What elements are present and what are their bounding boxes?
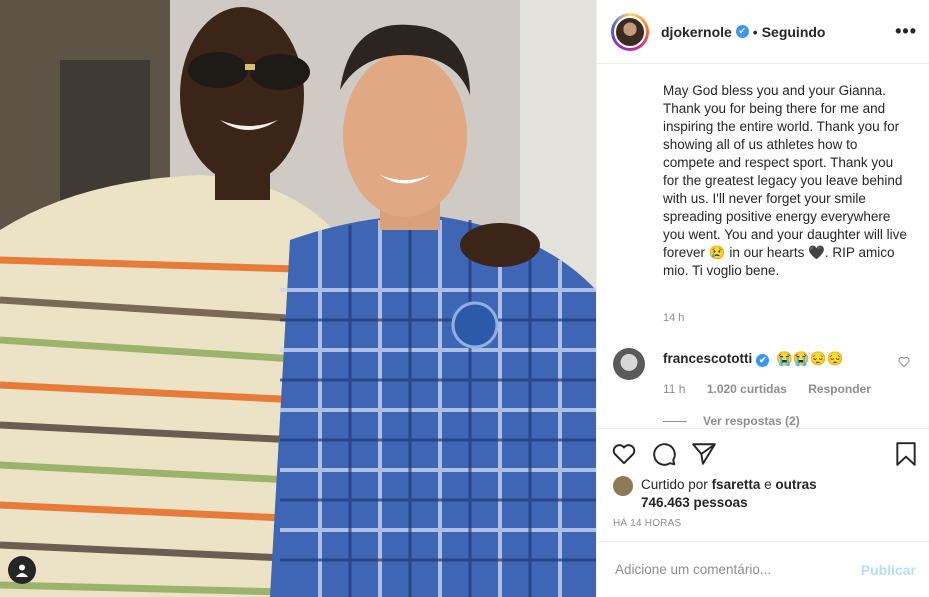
post-timestamp[interactable]: HÁ 14 HORAS (613, 518, 681, 529)
more-options-icon[interactable]: ••• (895, 21, 917, 42)
commenter-avatar[interactable] (613, 348, 645, 380)
comment-icon[interactable] (651, 441, 677, 467)
comment-time[interactable]: 11 h (663, 382, 685, 396)
liker-avatar[interactable] (613, 476, 633, 496)
author-username[interactable]: djokernole (661, 24, 732, 40)
comment-meta: 11 h 1.020 curtidas Responder (663, 382, 889, 396)
tagged-user-icon[interactable] (8, 556, 36, 584)
liker-username[interactable]: fsaretta (712, 477, 761, 492)
post-caption: May God bless you and your Gianna. Thank… (663, 83, 907, 278)
photo-illustration (0, 0, 596, 597)
comment-likes[interactable]: 1.020 curtidas (707, 382, 787, 396)
comment-like-icon[interactable] (898, 356, 910, 371)
view-replies-link[interactable]: Ver respostas (2) (663, 414, 800, 428)
verified-icon: ✔ (756, 354, 770, 367)
likes-joiner: e (764, 477, 772, 492)
follow-status-button[interactable]: Seguindo (762, 24, 826, 40)
reply-button[interactable]: Responder (808, 382, 871, 396)
comment-input[interactable] (613, 561, 861, 578)
separator-dot: • (752, 23, 758, 40)
comment-text: 😭😭😔😔 (776, 351, 844, 366)
post-header: djokernole ✔ • Seguindo ••• (597, 0, 929, 64)
post-side-panel: djokernole ✔ • Seguindo ••• May God bles… (596, 0, 929, 597)
post-photo[interactable] (0, 0, 596, 597)
like-heart-icon[interactable] (611, 441, 637, 467)
verified-icon: ✔ (735, 25, 749, 38)
add-comment-bar: Publicar (597, 541, 929, 597)
publish-button[interactable]: Publicar (861, 562, 916, 578)
likes-prefix: Curtido por (641, 477, 708, 492)
save-bookmark-icon[interactable] (893, 441, 919, 467)
likes-text: Curtido por fsaretta e outras 746.463 pe… (641, 476, 841, 512)
post-actions-bar (597, 428, 929, 478)
likes-summary: Curtido por fsaretta e outras 746.463 pe… (613, 476, 841, 512)
author-avatar[interactable] (611, 12, 649, 51)
commenter-username[interactable]: francescototti (663, 351, 752, 366)
comment-body: francescototti ✔ 😭😭😔😔 (663, 351, 843, 367)
share-icon[interactable] (691, 441, 717, 467)
caption-timestamp[interactable]: 14 h (663, 312, 684, 324)
